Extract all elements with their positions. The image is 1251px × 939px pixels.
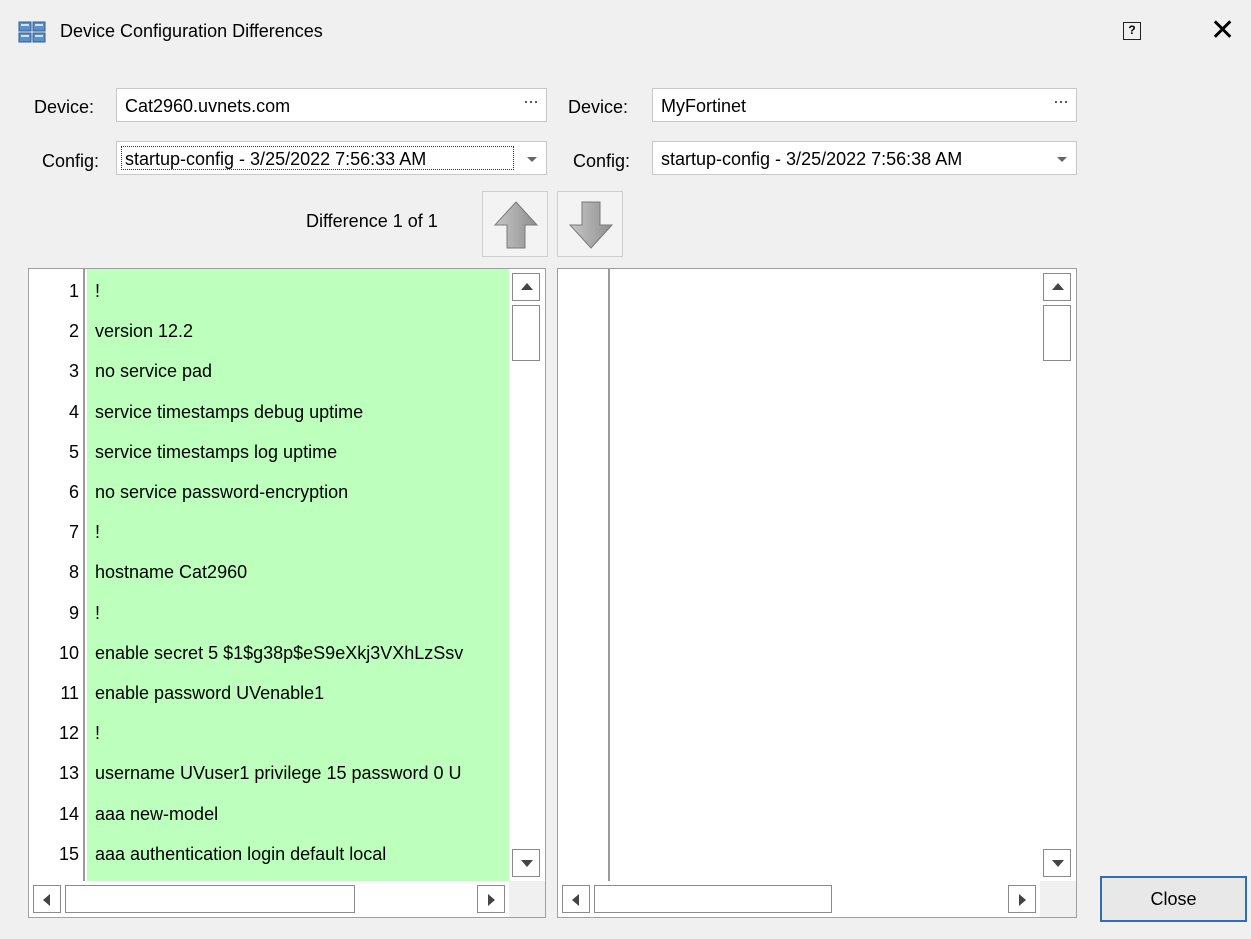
left-vertical-scrollbar[interactable] [509, 269, 545, 881]
scroll-corner [509, 881, 545, 917]
previous-difference-button[interactable] [482, 191, 548, 257]
right-code-area[interactable] [612, 269, 1040, 881]
right-device-label: Device: [568, 97, 629, 117]
scroll-down-button[interactable] [512, 849, 540, 877]
line-number: 12 [58, 723, 79, 744]
left-config-label: Config: [42, 151, 100, 171]
scroll-down-button[interactable] [1043, 849, 1071, 877]
right-device-browse-button[interactable]: ··· [1053, 91, 1069, 112]
window-title: Device Configuration Differences [60, 21, 323, 41]
help-button[interactable]: ? [1123, 22, 1141, 40]
left-device-browse-button[interactable]: ··· [523, 91, 539, 112]
left-config-value: startup-config - 3/25/2022 7:56:33 AM [125, 149, 427, 169]
config-line: aaa new-model [95, 803, 219, 824]
difference-counter: Difference 1 of 1 [306, 211, 438, 231]
line-number: 6 [68, 482, 79, 502]
config-line: service timestamps log uptime [95, 441, 338, 462]
line-number: 14 [58, 803, 79, 824]
app-icon [18, 20, 46, 44]
line-number: 2 [68, 321, 79, 342]
right-config-pane[interactable] [557, 268, 1077, 918]
up-arrow-icon [493, 201, 539, 249]
config-line: aaa authentication login default local [95, 843, 387, 864]
line-number: 5 [68, 441, 79, 462]
config-line: hostname Cat2960 [95, 562, 248, 583]
scroll-left-button[interactable] [33, 885, 61, 913]
line-number: 13 [58, 763, 79, 784]
scroll-right-button[interactable] [477, 885, 505, 913]
config-line: ! [95, 522, 101, 543]
line-number-gutter: 12345678910111213141516 [29, 269, 85, 904]
right-config-label: Config: [573, 151, 631, 171]
config-line: ! [95, 602, 101, 623]
line-number-gutter [558, 269, 610, 881]
left-device-value: Cat2960.uvnets.com [125, 96, 291, 116]
line-number: 15 [58, 843, 79, 864]
config-line: no service pad [95, 361, 213, 382]
config-line: no service password-encryption [95, 482, 349, 502]
scroll-left-button[interactable] [562, 885, 590, 913]
scroll-right-button[interactable] [1008, 885, 1036, 913]
config-line: ! [95, 281, 101, 301]
right-vertical-scrollbar[interactable] [1040, 269, 1076, 881]
config-line: username UVuser1 privilege 15 password 0… [95, 763, 462, 784]
line-number: 9 [68, 602, 79, 623]
down-arrow-icon [568, 201, 614, 249]
left-config-pane[interactable]: 12345678910111213141516 !version 12.2no … [28, 268, 546, 918]
line-number: 11 [60, 683, 79, 703]
config-line: version 12.2 [95, 321, 194, 342]
chevron-down-icon [1057, 157, 1067, 162]
scroll-thumb[interactable] [594, 885, 832, 913]
line-number: 7 [68, 522, 79, 543]
scroll-thumb[interactable] [65, 885, 355, 913]
right-device-value: MyFortinet [661, 96, 747, 116]
line-number: 10 [58, 642, 79, 663]
right-config-value: startup-config - 3/25/2022 7:56:38 AM [661, 149, 963, 169]
config-line: service timestamps debug uptime [95, 401, 364, 422]
left-device-field[interactable]: Cat2960.uvnets.com ··· [116, 88, 547, 122]
left-device-label: Device: [34, 97, 95, 117]
right-config-select[interactable]: startup-config - 3/25/2022 7:56:38 AM [652, 141, 1077, 175]
config-line: ! [95, 723, 101, 744]
line-number: 8 [68, 562, 79, 583]
line-number: 4 [68, 401, 79, 422]
left-code-area[interactable]: ! version 12.2 no service pad service times… [87, 269, 509, 881]
right-horizontal-scrollbar[interactable] [558, 881, 1040, 917]
scroll-up-button[interactable] [512, 273, 540, 301]
close-window-icon[interactable]: ✕ [1210, 14, 1235, 48]
left-config-select[interactable]: startup-config - 3/25/2022 7:56:33 AM [116, 141, 547, 175]
line-number: 3 [68, 361, 79, 382]
scroll-thumb[interactable] [512, 305, 540, 361]
chevron-down-icon [527, 157, 537, 162]
left-horizontal-scrollbar[interactable] [29, 881, 509, 917]
config-line: enable password UVenable1 [95, 683, 325, 703]
scroll-up-button[interactable] [1043, 273, 1071, 301]
scroll-thumb[interactable] [1043, 305, 1071, 361]
next-difference-button[interactable] [557, 191, 623, 257]
close-button[interactable]: Close [1100, 876, 1247, 922]
scroll-corner [1040, 881, 1076, 917]
config-line: enable secret 5 $1$g38p$eS9eXkj3VXhLzSsv [95, 642, 464, 663]
right-device-field[interactable]: MyFortinet ··· [652, 88, 1077, 122]
line-number: 1 [68, 281, 79, 301]
